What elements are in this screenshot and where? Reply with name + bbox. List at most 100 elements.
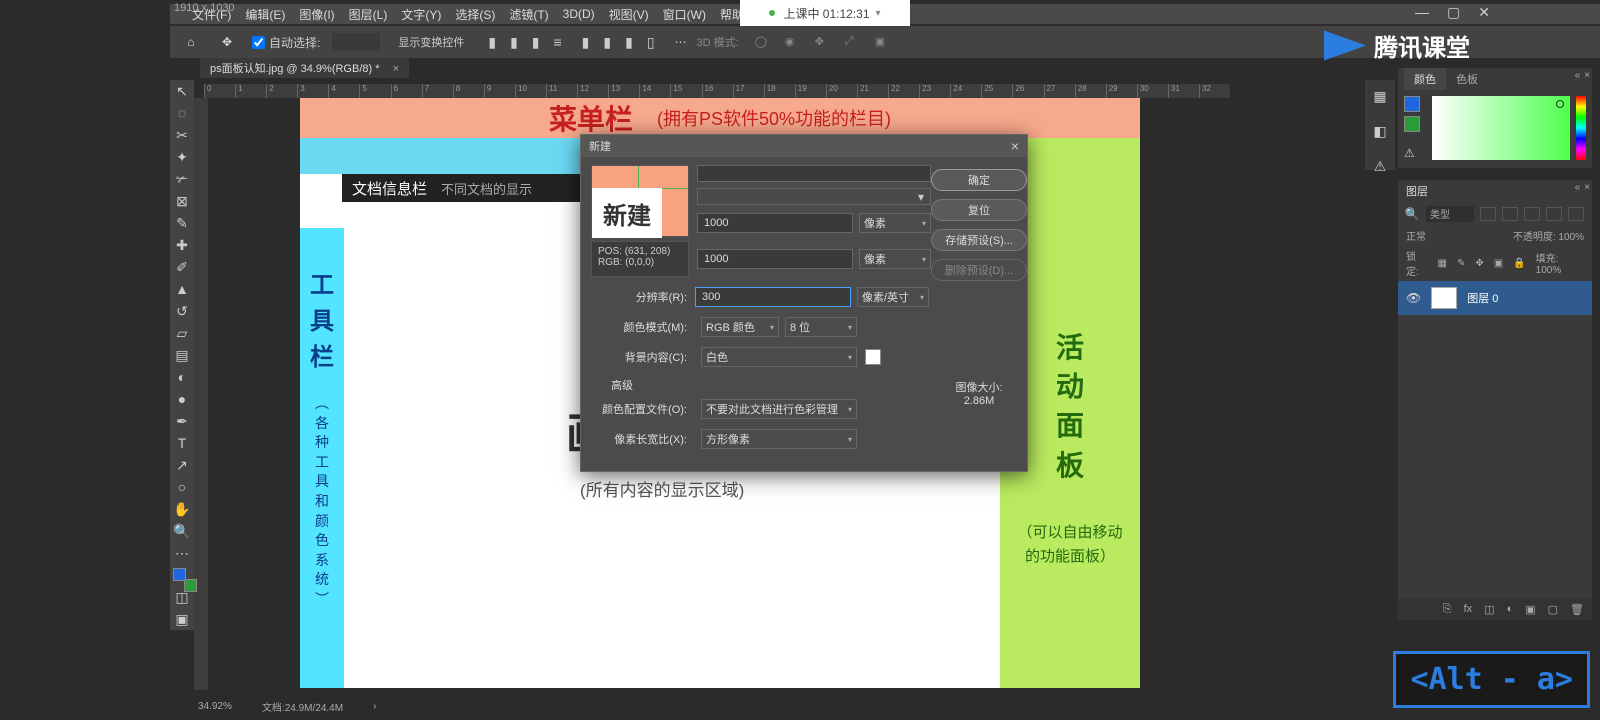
- hue-slider[interactable]: [1576, 96, 1586, 160]
- profile-select[interactable]: 不要对此文档进行色彩管理▾: [701, 399, 857, 419]
- filter-smart-icon[interactable]: [1568, 207, 1584, 221]
- filter-shape-icon[interactable]: [1546, 207, 1562, 221]
- status-chevron-icon[interactable]: ›: [373, 701, 376, 712]
- bg-color-swatch[interactable]: [865, 349, 881, 365]
- doc-name-input[interactable]: [697, 165, 931, 182]
- filter-type-select[interactable]: 类型: [1426, 206, 1474, 222]
- doc-size-info[interactable]: 文档:24.9M/24.4M: [262, 699, 343, 714]
- screenmode-tool[interactable]: ▣: [171, 608, 193, 630]
- lock-all-icon[interactable]: 🔒: [1513, 258, 1525, 269]
- warn-panel-icon[interactable]: ⚠: [1374, 158, 1387, 175]
- align-justify-icon[interactable]: ≡: [554, 34, 562, 51]
- align-bottom-icon[interactable]: ▮: [625, 34, 633, 51]
- panel-close-icon[interactable]: ×: [1584, 70, 1590, 81]
- color-tab[interactable]: 颜色: [1404, 68, 1446, 90]
- healing-tool[interactable]: ✚: [171, 234, 193, 256]
- blend-mode-select[interactable]: 正常: [1406, 228, 1426, 243]
- auto-select-checkbox[interactable]: 自动选择:: [252, 34, 320, 51]
- layers-tab[interactable]: 图层: [1406, 183, 1428, 199]
- filter-type-icon[interactable]: [1524, 207, 1540, 221]
- visibility-icon[interactable]: 👁: [1406, 291, 1421, 305]
- preset-select[interactable]: ▾: [697, 188, 931, 205]
- bit-depth-select[interactable]: 8 位▾: [785, 317, 857, 337]
- adjustment-icon[interactable]: ◐: [1507, 603, 1514, 615]
- panel-close-icon[interactable]: ×: [1584, 182, 1590, 193]
- lock-trans-icon[interactable]: ▦: [1438, 258, 1447, 269]
- 3d-pan-icon[interactable]: ✥: [815, 35, 829, 49]
- shape-tool[interactable]: ○: [171, 476, 193, 498]
- more-options-icon[interactable]: ⋯: [675, 35, 687, 49]
- menu-layer[interactable]: 图层(L): [349, 6, 388, 23]
- align-top-icon[interactable]: ▮: [582, 34, 590, 51]
- save-preset-button[interactable]: 存储预设(S)...: [931, 229, 1027, 251]
- stamp-tool[interactable]: ▲: [171, 278, 193, 300]
- menu-type[interactable]: 文字(Y): [401, 6, 441, 23]
- layer-row[interactable]: 👁 图层 0: [1398, 281, 1592, 315]
- minimize-icon[interactable]: —: [1415, 4, 1429, 21]
- zoom-level[interactable]: 34.92%: [198, 701, 232, 712]
- color-mode-select[interactable]: RGB 颜色▾: [701, 317, 779, 337]
- reset-button[interactable]: 复位: [931, 199, 1027, 221]
- opacity-value[interactable]: 100%: [1558, 232, 1584, 243]
- edit-toolbar[interactable]: ⋯: [171, 542, 193, 564]
- auto-select-mode-select[interactable]: [332, 33, 380, 51]
- dodge-tool[interactable]: ●: [171, 388, 193, 410]
- mask-icon[interactable]: ◫: [1484, 603, 1494, 616]
- align-hcenter-icon[interactable]: ▮: [510, 34, 518, 51]
- align-left-icon[interactable]: ▮: [488, 34, 496, 51]
- pen-tool[interactable]: ✒: [171, 410, 193, 432]
- new-layer-icon[interactable]: ▢: [1548, 603, 1558, 616]
- home-icon[interactable]: ⌂: [180, 31, 202, 53]
- history-panel-icon[interactable]: ▦: [1373, 88, 1386, 105]
- lasso-tool[interactable]: ✂: [171, 124, 193, 146]
- color-field[interactable]: [1432, 96, 1570, 160]
- link-layers-icon[interactable]: ⎘: [1443, 603, 1452, 616]
- menu-window[interactable]: 窗口(W): [663, 6, 706, 23]
- fill-value[interactable]: 100%: [1536, 265, 1562, 276]
- close-icon[interactable]: ✕: [1478, 4, 1490, 21]
- properties-panel-icon[interactable]: ◧: [1373, 123, 1386, 140]
- gradient-tool[interactable]: ▤: [171, 344, 193, 366]
- auto-select-input[interactable]: [252, 36, 265, 49]
- menu-view[interactable]: 视图(V): [609, 6, 649, 23]
- resolution-input[interactable]: [695, 287, 851, 307]
- menu-image[interactable]: 图像(I): [299, 6, 334, 23]
- lock-image-icon[interactable]: ✎: [1457, 258, 1465, 269]
- marquee-tool[interactable]: ◌: [171, 102, 193, 124]
- panel-collapse-icon[interactable]: «: [1575, 70, 1581, 81]
- lock-pos-icon[interactable]: ✥: [1475, 258, 1483, 269]
- hand-tool[interactable]: ✋: [171, 498, 193, 520]
- menu-filter[interactable]: 滤镜(T): [509, 6, 548, 23]
- close-tab-icon[interactable]: ×: [393, 63, 399, 75]
- fx-icon[interactable]: fx: [1464, 603, 1473, 615]
- panel-collapse-icon[interactable]: «: [1575, 182, 1581, 193]
- maximize-icon[interactable]: ▢: [1447, 4, 1460, 21]
- history-brush-tool[interactable]: ↺: [171, 300, 193, 322]
- width-input[interactable]: [697, 213, 853, 233]
- type-tool[interactable]: T: [171, 432, 193, 454]
- zoom-tool[interactable]: 🔍: [171, 520, 193, 542]
- layer-thumbnail[interactable]: [1431, 287, 1457, 309]
- search-icon[interactable]: 🔍: [1404, 206, 1420, 222]
- frame-tool[interactable]: ⊠: [171, 190, 193, 212]
- menu-3d[interactable]: 3D(D): [563, 7, 595, 21]
- class-status-tab[interactable]: 上课中 01:12:31 ▾: [740, 0, 910, 26]
- lock-artboard-icon[interactable]: ▣: [1494, 258, 1503, 269]
- document-tab[interactable]: ps面板认知.jpg @ 34.9%(RGB/8) * ×: [200, 58, 409, 78]
- eraser-tool[interactable]: ▱: [171, 322, 193, 344]
- eyedropper-tool[interactable]: ✎: [171, 212, 193, 234]
- blur-tool[interactable]: ◐: [171, 366, 193, 388]
- 3d-orbit-icon[interactable]: ◯: [755, 35, 769, 49]
- menu-edit[interactable]: 编辑(E): [245, 6, 285, 23]
- dialog-close-icon[interactable]: ×: [1011, 138, 1019, 154]
- aspect-select[interactable]: 方形像素▾: [701, 429, 857, 449]
- distribute-icon[interactable]: ▯: [647, 34, 655, 51]
- filter-adjust-icon[interactable]: [1502, 207, 1518, 221]
- align-right-icon[interactable]: ▮: [532, 34, 540, 51]
- wand-tool[interactable]: ✦: [171, 146, 193, 168]
- 3d-roll-icon[interactable]: ◉: [785, 35, 799, 49]
- bg-content-select[interactable]: 白色▾: [701, 347, 857, 367]
- group-icon[interactable]: ▣: [1525, 603, 1535, 616]
- 3d-camera-icon[interactable]: ▣: [875, 35, 889, 49]
- move-tool[interactable]: ↖: [171, 80, 193, 102]
